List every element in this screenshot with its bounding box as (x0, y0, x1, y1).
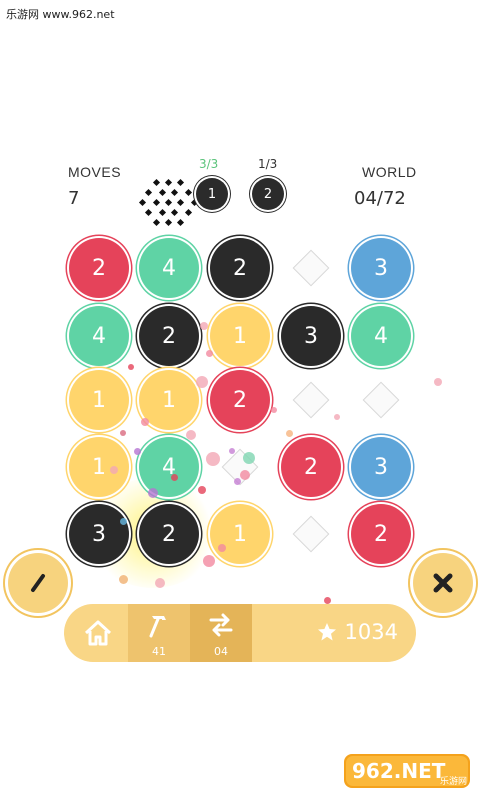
particle (120, 518, 127, 525)
tile-number: 3 (304, 323, 318, 349)
particle (128, 364, 134, 370)
close-icon (433, 573, 453, 593)
particle (171, 474, 178, 481)
particle (243, 452, 255, 464)
tile-number: 2 (162, 323, 176, 349)
tile-red[interactable]: 2 (281, 437, 341, 497)
bottom-toolbar: 41 04 1034 (64, 604, 416, 662)
particle (155, 578, 165, 588)
particle (271, 407, 277, 413)
svg-text:962.NET: 962.NET (352, 759, 446, 783)
particle (148, 488, 158, 498)
game-board: 24234213411214233212 (0, 0, 480, 800)
particle (234, 478, 241, 485)
particle (206, 350, 213, 357)
tile-green[interactable]: 4 (351, 306, 411, 366)
tile-red[interactable]: 2 (351, 504, 411, 564)
home-icon (84, 620, 112, 646)
tile-number: 3 (374, 255, 388, 281)
particle (286, 430, 293, 437)
particle (334, 414, 340, 420)
tile-number: 2 (233, 387, 247, 413)
particle (186, 430, 196, 440)
particle (240, 470, 250, 480)
tile-number: 1 (92, 387, 106, 413)
tile-red[interactable]: 2 (210, 370, 270, 430)
swap-icon (209, 613, 233, 637)
particle (211, 396, 218, 403)
particle (120, 430, 126, 436)
particle (141, 418, 149, 426)
particle (196, 376, 208, 388)
tile-yellow[interactable]: 1 (69, 370, 129, 430)
particle (203, 555, 215, 567)
empty-cell[interactable] (281, 504, 341, 564)
pencil-button[interactable] (8, 553, 68, 613)
particle (229, 448, 235, 454)
particle (110, 466, 118, 474)
tile-black[interactable]: 2 (210, 238, 270, 298)
tile-green[interactable]: 4 (139, 437, 199, 497)
tile-number: 4 (374, 323, 388, 349)
tile-number: 1 (233, 521, 247, 547)
diamond-icon (362, 381, 400, 419)
tile-yellow[interactable]: 1 (210, 306, 270, 366)
particle (434, 378, 442, 386)
particle (324, 597, 331, 604)
diamond-icon (292, 249, 330, 287)
star-icon (317, 623, 336, 641)
particle (198, 486, 206, 494)
pencil-icon (31, 574, 45, 592)
hammer-icon (149, 616, 166, 638)
particle (218, 544, 226, 552)
tile-yellow[interactable]: 1 (69, 437, 129, 497)
swap-count: 04 (214, 645, 228, 658)
home-button[interactable] (64, 604, 128, 662)
tile-green[interactable]: 4 (69, 306, 129, 366)
tile-number: 1 (233, 323, 247, 349)
tile-black[interactable]: 3 (281, 306, 341, 366)
score-display: 1034 (317, 620, 398, 644)
hammer-button[interactable]: 41 (128, 604, 190, 662)
tile-number: 2 (304, 454, 318, 480)
close-button[interactable] (413, 553, 473, 613)
tile-yellow[interactable]: 1 (210, 504, 270, 564)
tile-black[interactable]: 2 (139, 504, 199, 564)
particle (119, 575, 128, 584)
particle (200, 322, 208, 330)
swap-button[interactable]: 04 (190, 604, 252, 662)
tile-number: 1 (92, 454, 106, 480)
tile-number: 3 (374, 454, 388, 480)
tile-red[interactable]: 2 (69, 238, 129, 298)
site-logo: 962.NET 乐游网 (342, 748, 474, 792)
tile-number: 2 (374, 521, 388, 547)
hammer-count: 41 (152, 645, 166, 658)
empty-cell[interactable] (281, 238, 341, 298)
tile-black[interactable]: 2 (139, 306, 199, 366)
empty-cell[interactable] (210, 437, 270, 497)
tile-green[interactable]: 4 (139, 238, 199, 298)
tile-black[interactable]: 3 (69, 504, 129, 564)
tile-number: 3 (92, 521, 106, 547)
tile-number: 1 (162, 387, 176, 413)
empty-cell[interactable] (351, 370, 411, 430)
diamond-icon (292, 515, 330, 553)
particle (206, 452, 220, 466)
diamond-icon (292, 381, 330, 419)
tile-number: 4 (162, 255, 176, 281)
empty-cell[interactable] (281, 370, 341, 430)
tile-blue[interactable]: 3 (351, 238, 411, 298)
tile-blue[interactable]: 3 (351, 437, 411, 497)
tile-number: 2 (162, 521, 176, 547)
svg-text:乐游网: 乐游网 (440, 775, 467, 787)
tile-number: 4 (92, 323, 106, 349)
tile-number: 2 (92, 255, 106, 281)
score-value: 1034 (344, 620, 398, 644)
particle (134, 448, 141, 455)
tile-number: 2 (233, 255, 247, 281)
